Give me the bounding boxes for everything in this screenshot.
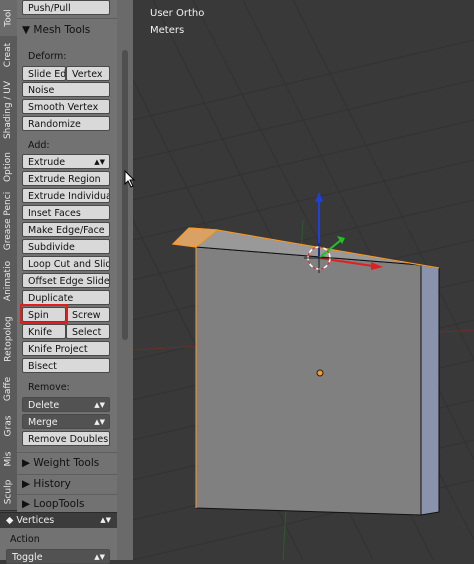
tab-retopology[interactable]: Retopolog xyxy=(0,308,17,371)
tab-tool[interactable]: Tool xyxy=(0,0,17,37)
slide-edge-button[interactable]: Slide Ed xyxy=(22,66,66,81)
updown-arrows-icon: ▲▼ xyxy=(94,553,105,561)
updown-arrows-icon: ▲▼ xyxy=(100,516,111,524)
viewport-scene xyxy=(133,0,474,560)
tab-grass[interactable]: Gras xyxy=(0,408,17,445)
randomize-button[interactable]: Randomize xyxy=(22,116,110,131)
cube-front-face xyxy=(195,246,422,516)
select-button[interactable]: Select xyxy=(66,324,110,339)
origin-dot xyxy=(316,369,324,377)
extrude-menu[interactable]: Extrude ▲▼ xyxy=(22,154,110,169)
scrollbar-thumb[interactable] xyxy=(122,50,128,340)
weight-tools-header[interactable]: ▶ Weight Tools xyxy=(22,457,99,469)
updown-arrows-icon: ▲▼ xyxy=(94,401,105,409)
divider xyxy=(17,18,117,19)
action-dropdown[interactable]: Toggle ▲▼ xyxy=(6,549,110,564)
divider xyxy=(17,452,117,453)
inset-faces-button[interactable]: Inset Faces xyxy=(22,205,110,220)
select-mode-dropdown[interactable]: ◆ Vertices ▲▼ xyxy=(0,512,117,528)
vertex-button[interactable]: Vertex xyxy=(66,66,110,81)
knife-project-button[interactable]: Knife Project xyxy=(22,341,110,356)
cube-side-face xyxy=(420,264,440,516)
add-label: Add: xyxy=(28,140,50,151)
push-pull-button[interactable]: Push/Pull xyxy=(22,0,110,15)
action-label: Action xyxy=(10,534,40,545)
tab-create[interactable]: Creat xyxy=(0,36,17,75)
updown-arrows-icon: ▲▼ xyxy=(94,158,105,166)
extrude-individual-button[interactable]: Extrude Individual xyxy=(22,188,110,203)
tab-gaffer[interactable]: Gaffe xyxy=(0,370,17,409)
delete-menu[interactable]: Delete ▲▼ xyxy=(22,397,110,412)
vertex-mode-icon: ◆ xyxy=(6,515,14,526)
make-edge-face-button[interactable]: Make Edge/Face xyxy=(22,222,110,237)
noise-button[interactable]: Noise xyxy=(22,82,110,97)
mesh-tools-header[interactable]: ▼ Mesh Tools xyxy=(22,24,90,36)
tab-options[interactable]: Option xyxy=(0,146,17,189)
3d-viewport[interactable]: User Ortho Meters xyxy=(133,0,474,560)
duplicate-button[interactable]: Duplicate xyxy=(22,290,110,305)
divider xyxy=(17,474,117,475)
subdivide-button[interactable]: Subdivide xyxy=(22,239,110,254)
history-header[interactable]: ▶ History xyxy=(22,478,71,490)
tool-shelf-tabs: Tool Creat Shading / UV Option Grease Pe… xyxy=(0,0,18,560)
spin-highlight-box xyxy=(20,304,68,324)
view-name: User Ortho xyxy=(150,8,205,19)
tab-animation[interactable]: Animatio xyxy=(0,254,17,309)
extrude-region-button[interactable]: Extrude Region xyxy=(22,171,110,186)
updown-arrows-icon: ▲▼ xyxy=(94,418,105,426)
tab-sculpt[interactable]: Sculp xyxy=(0,474,17,511)
screw-button[interactable]: Screw xyxy=(66,307,110,322)
knife-button[interactable]: Knife xyxy=(22,324,66,339)
deform-label: Deform: xyxy=(28,51,67,62)
merge-menu[interactable]: Merge ▲▼ xyxy=(22,414,110,429)
shelf-scrollbar[interactable] xyxy=(117,0,133,560)
tab-misc[interactable]: Mis xyxy=(0,444,17,475)
tab-grease-pencil[interactable]: Grease Penci xyxy=(0,188,17,255)
looptools-header[interactable]: ▶ LoopTools xyxy=(22,498,84,510)
tab-shading-uv[interactable]: Shading / UV xyxy=(0,74,17,147)
remove-label: Remove: xyxy=(28,382,70,393)
collapse-triangle-icon: ▼ xyxy=(22,24,31,36)
bisect-button[interactable]: Bisect xyxy=(22,358,110,373)
unit-label: Meters xyxy=(150,25,185,36)
mouse-pointer-icon xyxy=(124,170,136,188)
expand-triangle-icon: ▶ xyxy=(22,478,31,490)
expand-triangle-icon: ▶ xyxy=(22,498,31,510)
divider xyxy=(17,494,117,495)
expand-triangle-icon: ▶ xyxy=(22,457,31,469)
offset-edge-slide-button[interactable]: Offset Edge Slide xyxy=(22,273,110,288)
loop-cut-slide-button[interactable]: Loop Cut and Slide xyxy=(22,256,110,271)
smooth-vertex-button[interactable]: Smooth Vertex xyxy=(22,99,110,114)
remove-doubles-button[interactable]: Remove Doubles xyxy=(22,431,110,446)
